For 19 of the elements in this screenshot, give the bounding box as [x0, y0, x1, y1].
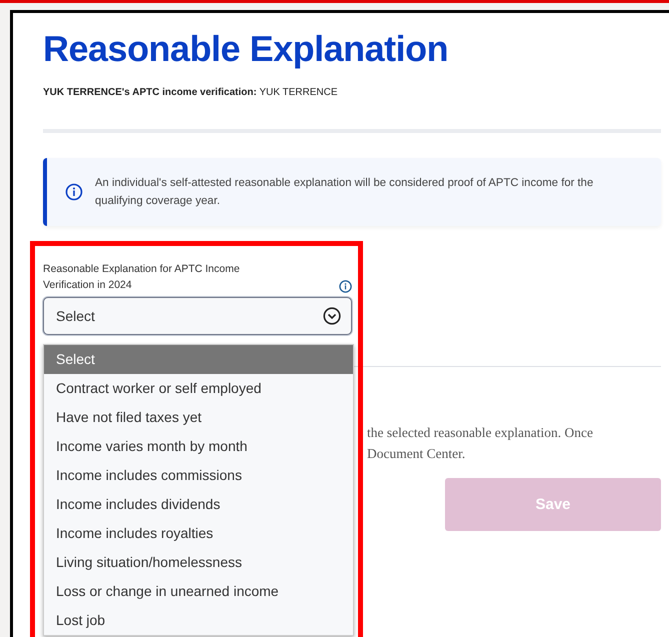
info-icon — [65, 183, 83, 201]
dropdown-option[interactable]: Living situation/homelessness — [44, 548, 353, 577]
dropdown-option[interactable]: Select — [44, 345, 353, 374]
field-label: Reasonable Explanation for APTC Income Verification in 2024 — [43, 262, 241, 293]
dropdown-option[interactable]: Lost job — [44, 606, 353, 635]
page-title: Reasonable Explanation — [43, 27, 448, 71]
dropdown-option[interactable]: Income includes royalties — [44, 519, 353, 548]
dropdown-option[interactable]: Income varies month by month — [44, 432, 353, 461]
note-text: the selected reasonable explanation. Once Document Center. — [367, 424, 594, 463]
chevron-down-icon — [323, 307, 341, 325]
dropdown-option[interactable]: Income includes dividends — [44, 490, 353, 519]
info-text: An individual's self-attested reasonable explanation will be considered proof of APTC income for the qualifying coverage year. — [95, 176, 594, 209]
dropdown-option[interactable]: Loss or change in unearned income — [44, 577, 353, 606]
verification-subtitle: YUK TERRENCE's APTC income verification: YUK TERRENCE — [43, 87, 338, 98]
explanation-select[interactable]: Select — [43, 297, 352, 335]
dropdown-option[interactable]: Have not filed taxes yet — [44, 403, 353, 432]
info-icon[interactable] — [339, 280, 352, 293]
dropdown-option[interactable]: Income includes commissions — [44, 461, 353, 490]
dropdown-option[interactable]: Contract worker or self employed — [44, 374, 353, 403]
